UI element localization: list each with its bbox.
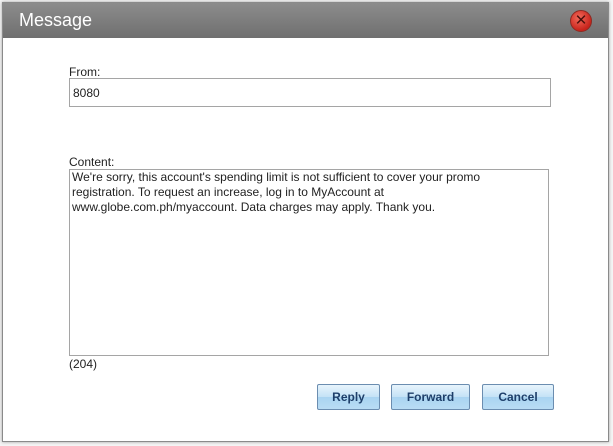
dialog-title: Message	[19, 10, 93, 30]
from-field[interactable]	[69, 78, 551, 107]
dialog-titlebar[interactable]: Message ✕	[3, 3, 608, 38]
content-textarea[interactable]: We're sorry, this account's spending lim…	[69, 169, 549, 356]
cancel-button[interactable]: Cancel	[482, 384, 554, 410]
close-button[interactable]: ✕	[570, 10, 592, 32]
message-dialog: Message ✕ From: Content: We're sorry, th…	[2, 2, 609, 442]
from-label: From:	[69, 65, 101, 79]
character-count: (204)	[69, 357, 98, 371]
forward-button[interactable]: Forward	[391, 384, 470, 410]
reply-button[interactable]: Reply	[317, 384, 380, 410]
content-label: Content:	[69, 155, 115, 169]
close-icon: ✕	[574, 11, 588, 29]
